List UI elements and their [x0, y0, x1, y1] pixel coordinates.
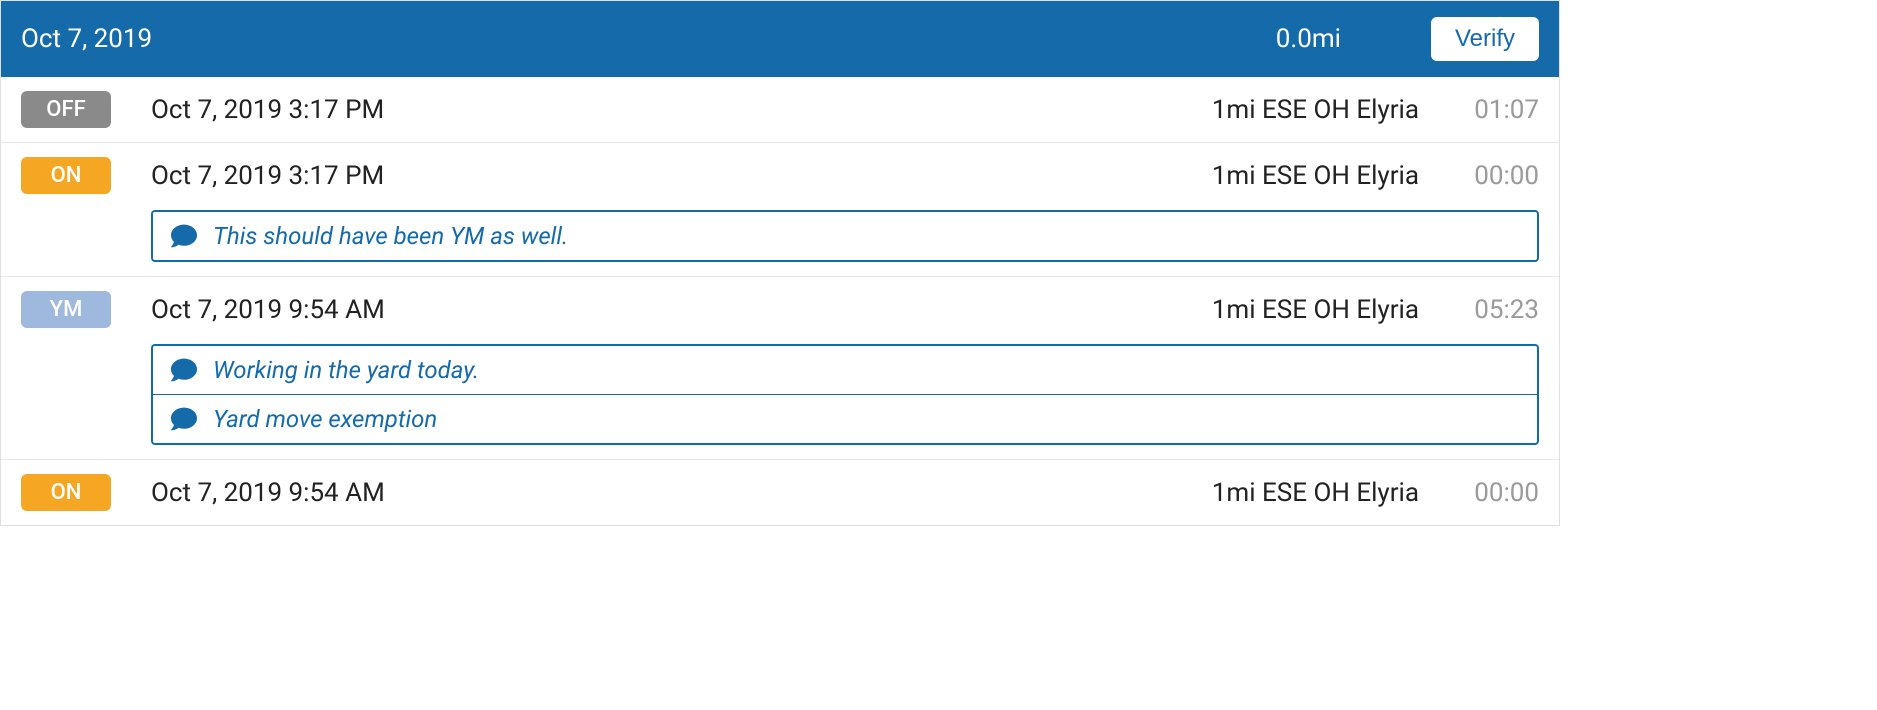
- rows-list: OFFOct 7, 2019 3:17 PM1mi ESE OH Elyria0…: [1, 77, 1559, 525]
- header-date: Oct 7, 2019: [21, 24, 1276, 54]
- status-badge: ON: [21, 474, 111, 511]
- row-time: Oct 7, 2019 3:17 PM: [151, 161, 1212, 191]
- log-row-main: ON Oct 7, 2019 3:17 PM1mi ESE OH Elyria 00…: [21, 157, 1539, 194]
- row-duration: 00:00: [1459, 161, 1539, 191]
- log-row-main: ON Oct 7, 2019 9:54 AM1mi ESE OH Elyria 00…: [21, 474, 1539, 511]
- comment-text: This should have been YM as well.: [213, 222, 568, 250]
- log-row[interactable]: ON Oct 7, 2019 9:54 AM1mi ESE OH Elyria 00…: [1, 459, 1559, 525]
- status-badge: ON: [21, 157, 111, 194]
- status-badge: YM: [21, 291, 111, 328]
- row-location: 1mi ESE OH Elyria: [1212, 478, 1419, 508]
- comment-icon: [171, 357, 197, 383]
- log-container: Oct 7, 2019 0.0mi Verify OFF Oct 7, 2019 …: [0, 0, 1560, 526]
- row-location: 1mi ESE OH Elyria: [1212, 295, 1419, 325]
- row-time: Oct 7, 2019 9:54 AM: [151, 295, 1212, 325]
- row-location: 1mi ESE OH Elyria: [1212, 95, 1419, 125]
- log-row-main: OFF Oct 7, 2019 3:17 PM1mi ESE OH Elyria 0…: [21, 91, 1539, 128]
- status-badge: OFF: [21, 91, 111, 128]
- day-header: Oct 7, 2019 0.0mi Verify: [1, 1, 1559, 77]
- comment-icon: [171, 406, 197, 432]
- log-row[interactable]: YM Oct 7, 2019 9:54 AM1mi ESE OH Elyria 05…: [1, 276, 1559, 459]
- comment-text: Yard move exemption: [213, 405, 437, 433]
- row-time: Oct 7, 2019 9:54 AM: [151, 478, 1212, 508]
- comment-text: Working in the yard today.: [213, 356, 479, 384]
- log-row[interactable]: OFF Oct 7, 2019 3:17 PM1mi ESE OH Elyria 0…: [1, 77, 1559, 142]
- log-row[interactable]: ON Oct 7, 2019 3:17 PM1mi ESE OH Elyria 00…: [1, 142, 1559, 276]
- comments-box: Working in the yard today. Yard move exem…: [151, 344, 1539, 445]
- row-duration: 00:00: [1459, 478, 1539, 508]
- header-distance: 0.0mi: [1276, 24, 1341, 54]
- row-location: 1mi ESE OH Elyria: [1212, 161, 1419, 191]
- row-time: Oct 7, 2019 3:17 PM: [151, 95, 1212, 125]
- log-row-main: YM Oct 7, 2019 9:54 AM1mi ESE OH Elyria 05…: [21, 291, 1539, 328]
- row-duration: 05:23: [1459, 295, 1539, 325]
- row-duration: 01:07: [1459, 95, 1539, 125]
- comment: Yard move exemption: [153, 394, 1537, 443]
- verify-button[interactable]: Verify: [1431, 17, 1539, 61]
- comment: This should have been YM as well.: [153, 212, 1537, 260]
- comments-box: This should have been YM as well.: [151, 210, 1539, 262]
- comment-icon: [171, 223, 197, 249]
- comment: Working in the yard today.: [153, 346, 1537, 394]
